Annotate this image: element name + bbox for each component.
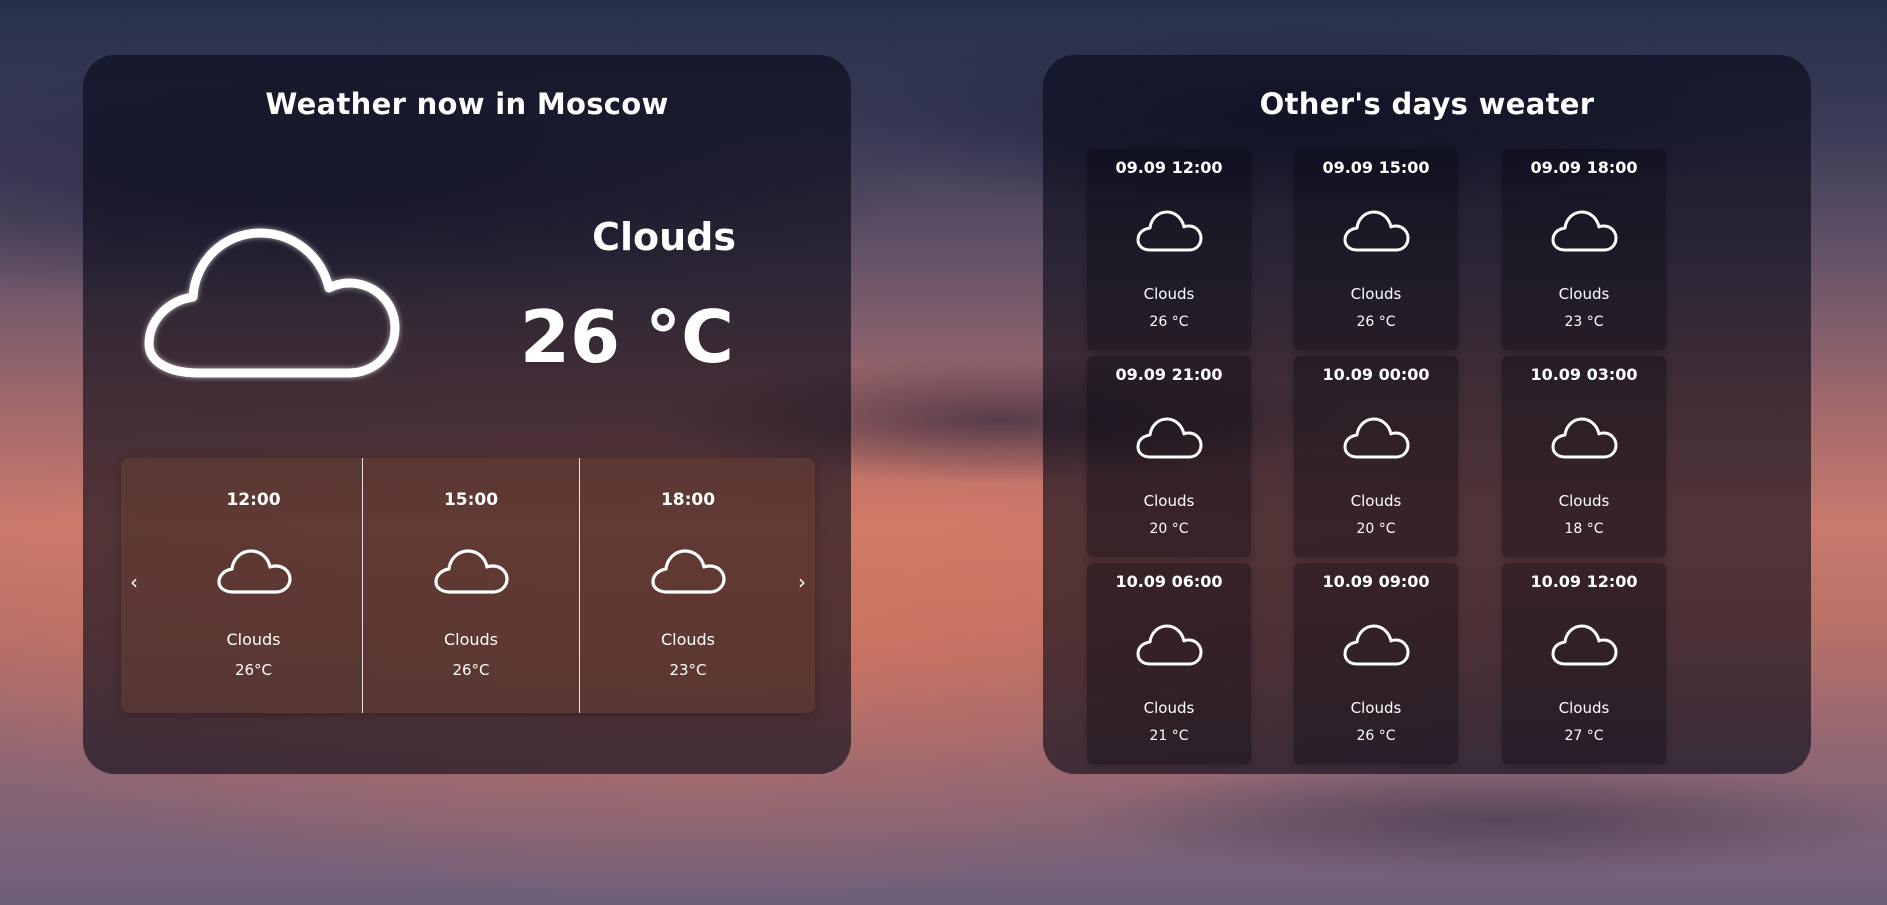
forecast-tile: 10.09 09:00 Clouds 26 °C bbox=[1294, 563, 1458, 764]
tile-temperature: 27 °C bbox=[1564, 728, 1604, 744]
tile-time: 10.09 09:00 bbox=[1322, 572, 1430, 591]
tile-condition: Clouds bbox=[1143, 492, 1195, 510]
slide-time: 12:00 bbox=[226, 490, 281, 510]
forecast-title: Other's days weater bbox=[1259, 87, 1595, 121]
tile-time: 10.09 03:00 bbox=[1530, 365, 1638, 384]
forecast-tile: 10.09 06:00 Clouds 21 °C bbox=[1087, 563, 1251, 764]
tile-temperature: 23 °C bbox=[1564, 314, 1604, 330]
tile-time: 10.09 06:00 bbox=[1115, 572, 1223, 591]
cloud-icon bbox=[651, 549, 726, 594]
tile-temperature: 26 °C bbox=[1149, 314, 1189, 330]
tile-temperature: 20 °C bbox=[1356, 521, 1396, 537]
cloud-icon bbox=[144, 228, 400, 378]
slide-condition: Clouds bbox=[226, 630, 281, 649]
current-weather-card: Weather now in Moscow Clouds 26 °C ‹ 12:… bbox=[83, 55, 851, 774]
forecast-tile: 10.09 03:00 Clouds 18 °C bbox=[1502, 356, 1666, 557]
carousel-prev-button[interactable]: ‹ bbox=[124, 570, 144, 594]
tile-time: 10.09 12:00 bbox=[1530, 572, 1638, 591]
tile-temperature: 26 °C bbox=[1356, 314, 1396, 330]
carousel-slide: 15:00 Clouds 26°C bbox=[362, 458, 579, 713]
slide-time: 18:00 bbox=[660, 490, 716, 510]
cloud-icon bbox=[1551, 624, 1618, 666]
cloud-icon bbox=[1551, 210, 1618, 252]
slide-temperature: 26°C bbox=[234, 661, 273, 679]
forecast-tile: 09.09 21:00 Clouds 20 °C bbox=[1087, 356, 1251, 557]
tile-condition: Clouds bbox=[1143, 285, 1195, 303]
tile-time: 09.09 12:00 bbox=[1115, 158, 1223, 177]
current-weather-title: Weather now in Moscow bbox=[265, 87, 669, 121]
cloud-icon bbox=[1551, 417, 1618, 459]
cloud-icon bbox=[1136, 210, 1203, 252]
tile-condition: Clouds bbox=[1558, 285, 1610, 303]
tile-temperature: 20 °C bbox=[1149, 521, 1189, 537]
tile-time: 09.09 15:00 bbox=[1322, 158, 1430, 177]
tile-condition: Clouds bbox=[1143, 699, 1195, 717]
tile-condition: Clouds bbox=[1350, 492, 1402, 510]
carousel-slide: 18:00 Clouds 23°C bbox=[579, 458, 796, 713]
cloud-icon bbox=[434, 549, 509, 594]
tile-time: 09.09 18:00 bbox=[1530, 158, 1638, 177]
cloud-icon bbox=[1343, 210, 1410, 252]
tile-condition: Clouds bbox=[1558, 699, 1610, 717]
hourly-carousel: ‹ 12:00 Clouds 26°C 15:00 Clouds 26°C 18… bbox=[121, 458, 815, 713]
current-temperature: 26 °C bbox=[519, 295, 734, 379]
slide-condition: Clouds bbox=[443, 630, 499, 649]
tile-temperature: 18 °C bbox=[1564, 521, 1604, 537]
tile-condition: Clouds bbox=[1558, 492, 1610, 510]
slide-time: 15:00 bbox=[443, 490, 499, 510]
carousel-next-button[interactable]: › bbox=[792, 570, 812, 594]
tile-temperature: 26 °C bbox=[1356, 728, 1396, 744]
cloud-icon bbox=[1136, 624, 1203, 666]
carousel-slide: 12:00 Clouds 26°C bbox=[145, 458, 362, 713]
forecast-tile: 09.09 15:00 Clouds 26 °C bbox=[1294, 149, 1458, 350]
cloud-icon bbox=[216, 549, 292, 594]
cloud-icon bbox=[1136, 417, 1203, 459]
tile-condition: Clouds bbox=[1350, 699, 1402, 717]
forecast-tile: 09.09 12:00 Clouds 26 °C bbox=[1087, 149, 1251, 350]
tile-time: 10.09 00:00 bbox=[1322, 365, 1430, 384]
cloud-icon bbox=[1343, 624, 1410, 666]
forecast-card: Other's days weater 09.09 12:00 Clouds 2… bbox=[1043, 55, 1811, 774]
slide-condition: Clouds bbox=[660, 630, 716, 649]
forecast-tile: 09.09 18:00 Clouds 23 °C bbox=[1502, 149, 1666, 350]
slide-temperature: 23°C bbox=[669, 661, 707, 679]
forecast-tile: 10.09 12:00 Clouds 27 °C bbox=[1502, 563, 1666, 764]
tile-temperature: 21 °C bbox=[1149, 728, 1189, 744]
slide-temperature: 26°C bbox=[452, 661, 490, 679]
cloud-icon bbox=[1343, 417, 1410, 459]
tile-condition: Clouds bbox=[1350, 285, 1402, 303]
current-condition: Clouds bbox=[592, 215, 736, 259]
forecast-tile: 10.09 00:00 Clouds 20 °C bbox=[1294, 356, 1458, 557]
tile-time: 09.09 21:00 bbox=[1115, 365, 1223, 384]
